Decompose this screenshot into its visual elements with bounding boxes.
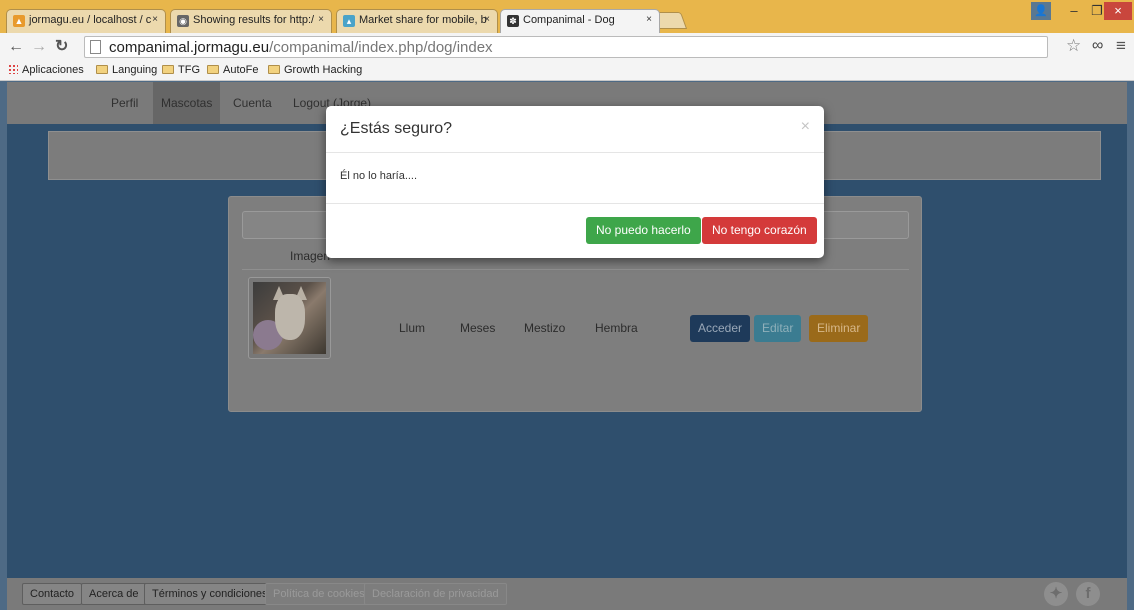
facebook-icon[interactable]: f (1076, 582, 1100, 606)
tab-title: Market share for mobile, b (359, 14, 487, 26)
close-icon[interactable]: × (318, 14, 324, 25)
no-heart-button[interactable]: No tengo corazón (702, 217, 817, 244)
extension-icon[interactable]: ∞ (1092, 37, 1103, 55)
cant-do-it-button[interactable]: No puedo hacerlo (586, 217, 701, 244)
tab-market-share[interactable]: ▴ Market share for mobile, b × (336, 9, 498, 33)
tab-title: Showing results for http:/ (193, 14, 315, 26)
confirm-dialog: ¿Estás seguro? × Él no lo haría.... No p… (326, 106, 824, 258)
column-header-imagen: Imagen (290, 249, 331, 263)
forward-icon[interactable]: → (31, 37, 47, 57)
close-icon[interactable]: × (152, 14, 158, 25)
window-close-icon[interactable]: × (1104, 2, 1132, 20)
footer-acerca-de[interactable]: Acerca de (81, 583, 147, 605)
owl-icon: ◉ (177, 15, 189, 27)
tab-companimal[interactable]: ✽ Companimal - Dog × (500, 9, 660, 33)
bookmark-star-icon[interactable]: ☆ (1066, 37, 1081, 55)
url-text: companimal.jormagu.eu/companimal/index.p… (109, 39, 493, 56)
dog-sex: Hembra (595, 321, 638, 335)
folder-icon (207, 65, 219, 74)
dialog-title: ¿Estás seguro? (340, 120, 453, 137)
folder-icon (162, 65, 174, 74)
dog-breed: Mestizo (524, 321, 566, 335)
footer-privacidad[interactable]: Declaración de privacidad (364, 583, 507, 605)
nav-perfil[interactable]: Perfil (103, 82, 146, 124)
browser-toolbar: ← → ↻ companimal.jormagu.eu/companimal/i… (0, 33, 1134, 61)
apps-grid-icon (8, 64, 18, 74)
bookmark-languing[interactable]: Languing (96, 64, 157, 76)
bookmarks-bar: Aplicaciones Languing TFG AutoFe Growth … (0, 61, 1134, 81)
tab-title: Companimal - Dog (523, 14, 615, 26)
phpmyadmin-icon: ▲ (13, 15, 25, 27)
dog-photo (248, 277, 331, 359)
dialog-footer: No puedo hacerlo No tengo corazón (326, 203, 824, 258)
dog-name: Llum (399, 321, 426, 335)
close-icon[interactable]: × (646, 14, 652, 25)
dialog-message: Él no lo haría.... (340, 170, 418, 182)
folder-icon (96, 65, 108, 74)
page-icon (90, 40, 101, 54)
table-divider (242, 269, 909, 270)
user-profile-icon[interactable]: 👤 (1031, 2, 1051, 20)
close-icon[interactable]: × (801, 118, 810, 136)
bookmark-tfg[interactable]: TFG (162, 64, 200, 76)
delete-button[interactable]: Eliminar (809, 315, 869, 342)
access-button[interactable]: Acceder (690, 315, 751, 342)
bookmark-growth-hacking[interactable]: Growth Hacking (268, 64, 362, 76)
edit-button[interactable]: Editar (754, 315, 802, 342)
bookmark-apps[interactable]: Aplicaciones (8, 64, 84, 76)
nav-mascotas[interactable]: Mascotas (153, 82, 221, 124)
nav-cuenta[interactable]: Cuenta (225, 82, 280, 124)
dog-age: Meses (460, 321, 496, 335)
footer-cookies[interactable]: Política de cookies (265, 583, 373, 605)
paw-icon: ✽ (507, 15, 519, 27)
folder-icon (268, 65, 280, 74)
reload-icon[interactable]: ↻ (55, 37, 68, 57)
bookmark-autofe[interactable]: AutoFe (207, 64, 258, 76)
back-icon[interactable]: ← (8, 37, 24, 57)
site-footer: Contacto Acerca de Términos y condicione… (7, 578, 1127, 610)
tab-title: jormagu.eu / localhost / c (29, 14, 152, 26)
tab-search-results[interactable]: ◉ Showing results for http:/ × (170, 9, 332, 33)
footer-terminos[interactable]: Términos y condiciones (144, 583, 276, 605)
twitter-icon[interactable]: ✦ (1044, 582, 1068, 606)
footer-contacto[interactable]: Contacto (22, 583, 83, 605)
browser-titlebar: ▲ jormagu.eu / localhost / c × ◉ Showing… (0, 0, 1134, 33)
close-icon[interactable]: × (484, 14, 490, 25)
chart-icon: ▴ (343, 15, 355, 27)
address-bar[interactable]: companimal.jormagu.eu/companimal/index.p… (84, 36, 1048, 58)
menu-icon[interactable]: ≡ (1116, 36, 1126, 56)
dialog-header: ¿Estás seguro? × (326, 106, 824, 153)
minimize-icon[interactable]: – (1062, 2, 1086, 20)
tab-phpmyadmin[interactable]: ▲ jormagu.eu / localhost / c × (6, 9, 166, 33)
